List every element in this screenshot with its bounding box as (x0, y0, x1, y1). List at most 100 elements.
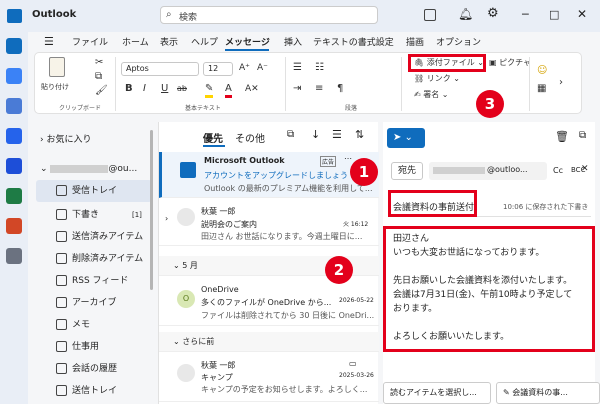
clear-format-icon[interactable]: A✕ (245, 83, 259, 95)
shrink-font-icon[interactable]: A⁻ (257, 62, 268, 74)
search-input[interactable]: 検索 (179, 10, 197, 23)
folder-conversation-history[interactable]: 会話の履歴 (36, 358, 152, 380)
more-icon[interactable]: ⋯ (344, 154, 352, 163)
gear-icon[interactable]: ⚙ (487, 6, 499, 21)
table-icon[interactable]: ▦ (537, 83, 546, 95)
picture-label: ピクチャ (499, 58, 532, 67)
powerpoint-icon[interactable] (6, 218, 22, 234)
highlight-icon[interactable]: ✎ (205, 83, 214, 98)
folder-label: 会話の履歴 (72, 364, 118, 374)
font-color-icon[interactable]: A (225, 83, 232, 98)
grow-font-icon[interactable]: A⁺ (239, 62, 250, 74)
menu-insert[interactable]: 挿入 (284, 35, 302, 48)
menu-home[interactable]: ホーム (122, 35, 149, 48)
expand-icon[interactable]: › (165, 214, 168, 223)
paste-button[interactable]: 貼り付け (41, 81, 69, 93)
callout-box-attach (408, 54, 486, 72)
people-icon[interactable] (6, 98, 22, 114)
underline-button[interactable]: U (161, 83, 168, 95)
font-select[interactable]: Aptos (121, 62, 199, 76)
section-header[interactable]: ⌄ さらに前 (159, 332, 379, 352)
calendar-icon[interactable] (6, 68, 22, 84)
mail-icon[interactable] (6, 38, 22, 54)
preview: 田辺さん お世話になります。今週土曜日に... (201, 232, 363, 241)
close-button[interactable]: ✕ (577, 7, 587, 21)
list-item[interactable]: › 秋葉 一郎 説明会のご案内 火 16:12 田辺さん お世話になります。今週… (159, 200, 379, 246)
menu-message[interactable]: メッセージ (225, 35, 270, 48)
folder-label: 受信トレイ (72, 186, 118, 196)
teams-icon[interactable] (6, 158, 22, 174)
filter-icon[interactable]: ☰ (332, 128, 342, 141)
popout-icon[interactable]: ⧉ (579, 130, 586, 141)
to-button[interactable]: 宛先 (391, 162, 423, 180)
link-button[interactable]: ⛓︎ リンク ⌄ (414, 73, 460, 85)
list-item[interactable]: 秋葉 一郎 ▭ キャンプ 2025-03-26 キャンプの予定をお知らせします。… (159, 356, 379, 402)
excel-icon[interactable] (6, 188, 22, 204)
menu-draw[interactable]: 描画 (406, 35, 424, 48)
style-icon[interactable]: ¶ (337, 83, 343, 95)
folder-notes[interactable]: メモ (36, 314, 152, 336)
picture-button[interactable]: ▣ ピクチャ (489, 57, 531, 69)
folder-work[interactable]: 仕事用 (36, 336, 152, 358)
send-button[interactable]: ➤ ⌄ (387, 128, 425, 148)
cc-button[interactable]: Cc (553, 166, 563, 175)
folder-deleted[interactable]: 削除済みアイテム (36, 248, 152, 270)
list-item-ad[interactable]: Microsoft Outlook 広告 ⋯ アカウントをアップグレードしましょ… (159, 152, 379, 198)
folder-scrollbar[interactable] (150, 130, 153, 290)
tab-priority-underline (203, 145, 225, 147)
edit-icon[interactable] (424, 9, 436, 21)
hamburger-icon[interactable]: ☰ (44, 35, 54, 48)
todo-icon[interactable] (6, 128, 22, 144)
select-icon[interactable]: ⧉ (287, 129, 294, 140)
status-tab-draft[interactable]: ✎ 会議資料の事... (496, 382, 600, 404)
folder-sent[interactable]: 送信済みアイテム (36, 226, 152, 248)
folder-inbox[interactable]: 受信トレイ (36, 180, 152, 202)
search-icon: ⌕ (166, 9, 172, 20)
maximize-button[interactable]: □ (549, 8, 559, 21)
list-item[interactable]: O OneDrive 多くのファイルが OneDrive から... 2026-… (159, 280, 379, 326)
account-header[interactable]: ⌄ @ou... (40, 164, 137, 174)
folder-drafts[interactable]: 下書き [1] (36, 204, 152, 226)
signature-label: 署名 (423, 90, 440, 99)
strikethrough-button[interactable]: ab (177, 83, 187, 95)
bell-icon[interactable]: 🔔︎ (458, 7, 473, 21)
jump-icon[interactable]: ↓ (311, 128, 320, 141)
folder-outbox[interactable]: 送信トレイ (36, 380, 152, 402)
menu-options[interactable]: オプション (436, 35, 481, 48)
favorites-header[interactable]: › お気に入り (40, 132, 91, 145)
copy-icon[interactable]: ⧉ (95, 71, 102, 83)
apps-icon[interactable] (6, 248, 22, 264)
menu-format-text[interactable]: テキストの書式設定 (313, 35, 394, 48)
align-icon[interactable]: ≡ (315, 83, 323, 95)
ribbon-more-icon[interactable]: › (559, 77, 563, 89)
section-label: ⌄ さらに前 (173, 337, 215, 346)
signature-button[interactable]: ✍︎ 署名 ⌄ (414, 89, 449, 101)
menu-file[interactable]: ファイル (72, 35, 108, 48)
recipient-chip[interactable]: @outloo... ✕ (429, 162, 589, 180)
folder-archive[interactable]: アーカイブ (36, 292, 152, 314)
font-size-select[interactable]: 12 (203, 62, 233, 76)
menu-help[interactable]: ヘルプ (191, 35, 218, 48)
paste-icon[interactable] (49, 57, 65, 77)
emoji-icon[interactable]: ☺ (537, 65, 547, 77)
cut-icon[interactable]: ✂ (95, 57, 103, 69)
number-list-icon[interactable]: ☷ (315, 62, 324, 74)
sort-icon[interactable]: ⇅ (355, 128, 364, 141)
status-tab-reading[interactable]: 読むアイテムを選択し... (383, 382, 491, 404)
trash-icon[interactable]: 🗑︎ (555, 130, 569, 143)
bold-button[interactable]: B (125, 83, 133, 95)
bcc-button[interactable]: BCC (571, 166, 585, 174)
folder-rss[interactable]: RSS フィード (36, 270, 152, 292)
format-painter-icon[interactable]: 🖌︎ (95, 85, 108, 97)
app-rail (0, 32, 28, 404)
minimize-button[interactable]: ─ (522, 8, 529, 21)
bullet-list-icon[interactable]: ☰ (293, 62, 302, 74)
section-may-label: 5 月 (182, 261, 198, 270)
tab-priority[interactable]: 優先 (203, 130, 223, 145)
italic-button[interactable]: I (143, 83, 146, 95)
search-box[interactable]: ⌕ 検索 (160, 6, 378, 24)
indent-icon[interactable]: ⇥ (293, 83, 301, 95)
menu-view[interactable]: 表示 (160, 35, 178, 48)
tab-other[interactable]: その他 (235, 130, 265, 145)
recipient-address: @outloo... (487, 165, 528, 174)
